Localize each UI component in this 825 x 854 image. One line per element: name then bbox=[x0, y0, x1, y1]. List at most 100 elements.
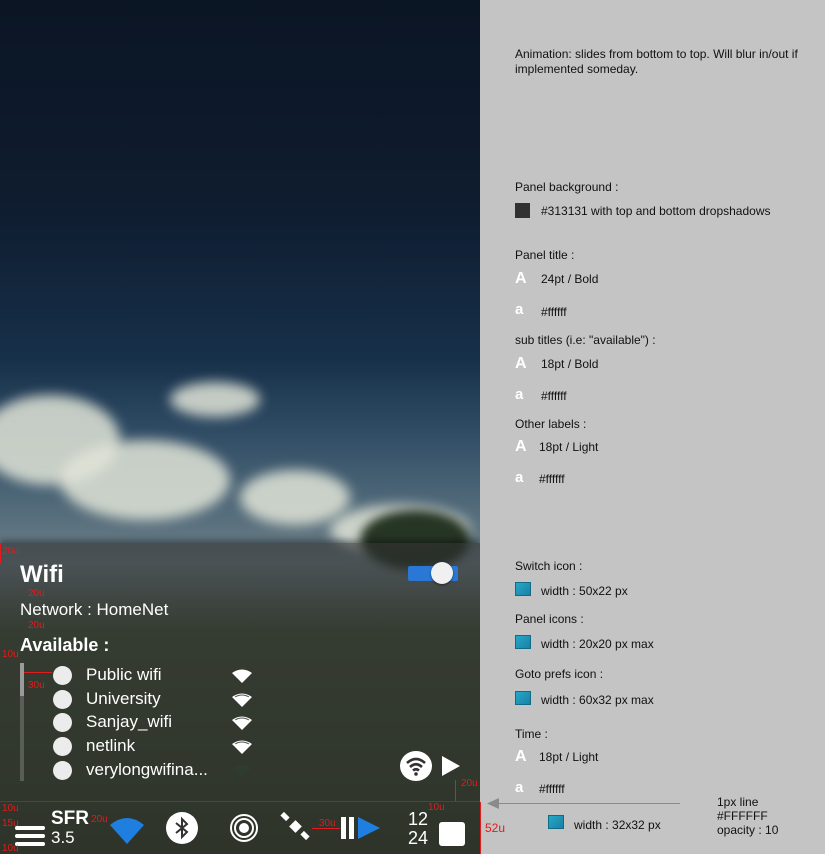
wifi-signal-icon bbox=[232, 669, 252, 683]
wifi-signal-icon bbox=[232, 693, 252, 707]
wifi-settings-icon[interactable] bbox=[400, 751, 432, 781]
measure-label: 20u bbox=[28, 588, 45, 599]
network-name: Sanjay_wifi bbox=[86, 712, 172, 731]
taskbar: SFR 3.5 12 24 bbox=[0, 802, 480, 854]
font-color-icon: a bbox=[515, 779, 524, 796]
taskbar-icon-size: width : 32x32 px bbox=[574, 818, 661, 832]
measure-label: 10u bbox=[428, 802, 445, 813]
measure-line bbox=[0, 543, 1, 563]
clock-hours: 12 bbox=[408, 809, 429, 829]
play-pause-icon[interactable] bbox=[341, 816, 381, 840]
measure-label: 10u bbox=[2, 649, 19, 660]
wifi-signal-icon bbox=[232, 740, 252, 754]
measure-label: 52u bbox=[485, 821, 506, 835]
time-color: #ffffff bbox=[539, 782, 565, 796]
wifi-waves-icon bbox=[406, 757, 426, 776]
image-icon bbox=[515, 635, 531, 649]
goto-prefs-spec-title: Goto prefs icon : bbox=[515, 667, 604, 681]
clock-minutes: 24 bbox=[408, 828, 429, 848]
network-item[interactable]: Sanjay_wifi bbox=[53, 711, 263, 733]
wifi-toggle-switch[interactable] bbox=[408, 562, 458, 584]
other-labels-spec-title: Other labels : bbox=[515, 417, 587, 431]
network-name: Public wifi bbox=[86, 665, 162, 684]
network-name: netlink bbox=[86, 736, 136, 755]
network-item[interactable]: Public wifi bbox=[53, 664, 263, 686]
wallpaper-cloud bbox=[60, 440, 230, 520]
measure-label: 20u bbox=[2, 546, 19, 557]
measure-label: 10u bbox=[2, 843, 19, 854]
current-network-label: Network : HomeNet bbox=[20, 600, 169, 619]
radio-button[interactable] bbox=[53, 713, 72, 732]
measure-label: 30u bbox=[319, 818, 336, 829]
network-item[interactable]: University bbox=[53, 688, 263, 710]
scrollbar-thumb[interactable] bbox=[20, 663, 24, 696]
network-item[interactable]: verylongwifina... bbox=[53, 759, 263, 781]
wallpaper-cloud bbox=[170, 382, 260, 417]
goto-prefs-arrow-icon[interactable] bbox=[440, 754, 462, 778]
radio-button[interactable] bbox=[53, 690, 72, 709]
satellite-icon[interactable] bbox=[279, 810, 311, 842]
subtitles-spec-title: sub titles (i.e: "available") : bbox=[515, 333, 656, 347]
panel-background-value: #313131 with top and bottom dropshadows bbox=[541, 204, 771, 218]
image-icon bbox=[548, 815, 564, 829]
divider-line-color-note: #FFFFFF bbox=[717, 809, 768, 823]
measure-label: 20u bbox=[28, 620, 45, 631]
carrier-name: SFR bbox=[51, 808, 89, 829]
font-color-icon: a bbox=[515, 469, 524, 486]
switch-icon-size: width : 50x22 px bbox=[541, 584, 628, 598]
time-spec-title: Time : bbox=[515, 727, 548, 741]
menu-icon[interactable] bbox=[15, 826, 45, 846]
font-size-icon: A bbox=[515, 748, 527, 765]
time-font: 18pt / Light bbox=[539, 750, 599, 764]
measure-label: 20u bbox=[461, 778, 478, 789]
panel-title: Wifi bbox=[20, 561, 64, 588]
wifi-signal-icon bbox=[232, 716, 252, 730]
wallpaper-cloud bbox=[240, 470, 350, 525]
arrow-left-icon bbox=[487, 798, 499, 809]
font-size-icon: A bbox=[515, 438, 527, 455]
goto-prefs-size: width : 60x32 px max bbox=[541, 693, 654, 707]
available-subtitle: Available : bbox=[20, 635, 110, 655]
measure-line bbox=[24, 672, 52, 673]
other-labels-color: #ffffff bbox=[539, 472, 565, 486]
panel-title-font: 24pt / Bold bbox=[541, 272, 599, 286]
spec-column: 52u Animation: slides from bottom to top… bbox=[480, 0, 825, 854]
panel-title-spec-title: Panel title : bbox=[515, 248, 575, 262]
font-color-icon: a bbox=[515, 386, 524, 403]
switch-knob bbox=[431, 562, 453, 584]
panel-background-title: Panel background : bbox=[515, 180, 619, 194]
switch-icon-spec-title: Switch icon : bbox=[515, 559, 583, 573]
phone-screen: Wifi Network : HomeNet Available : Publi… bbox=[0, 0, 480, 854]
panel-icons-size: width : 20x20 px max bbox=[541, 637, 654, 651]
network-name: University bbox=[86, 689, 161, 708]
measure-label: 10u bbox=[2, 803, 19, 814]
other-labels-font: 18pt / Light bbox=[539, 440, 599, 454]
font-size-icon: A bbox=[515, 270, 527, 287]
radio-button[interactable] bbox=[53, 761, 72, 780]
image-icon bbox=[515, 691, 531, 705]
bluetooth-icon[interactable] bbox=[166, 812, 198, 844]
signal-value: 3.5 bbox=[51, 828, 75, 847]
panel-icons-spec-title: Panel icons : bbox=[515, 612, 584, 626]
divider-line-opacity-note: opacity : 10 bbox=[717, 823, 779, 837]
notification-icon[interactable] bbox=[439, 822, 465, 846]
radio-button[interactable] bbox=[53, 737, 72, 756]
wifi-signal-weak-icon bbox=[232, 764, 252, 778]
animation-note: Animation: slides from bottom to top. Wi… bbox=[515, 47, 798, 76]
image-icon bbox=[515, 582, 531, 596]
network-item[interactable]: netlink bbox=[53, 735, 263, 757]
subtitles-color: #ffffff bbox=[541, 389, 567, 403]
wifi-icon[interactable] bbox=[110, 816, 144, 844]
panel-title-color: #ffffff bbox=[541, 305, 567, 319]
network-name: verylongwifina... bbox=[86, 760, 208, 779]
radio-button[interactable] bbox=[53, 666, 72, 685]
pointer-line bbox=[490, 803, 680, 804]
subtitles-font: 18pt / Bold bbox=[541, 357, 599, 371]
divider-line-note: 1px line bbox=[717, 795, 759, 809]
measure-line bbox=[455, 780, 456, 801]
color-swatch bbox=[515, 203, 530, 218]
font-size-icon: A bbox=[515, 355, 527, 372]
measure-label: 15u bbox=[2, 818, 19, 829]
measure-line bbox=[480, 802, 481, 854]
location-icon[interactable] bbox=[228, 812, 260, 844]
